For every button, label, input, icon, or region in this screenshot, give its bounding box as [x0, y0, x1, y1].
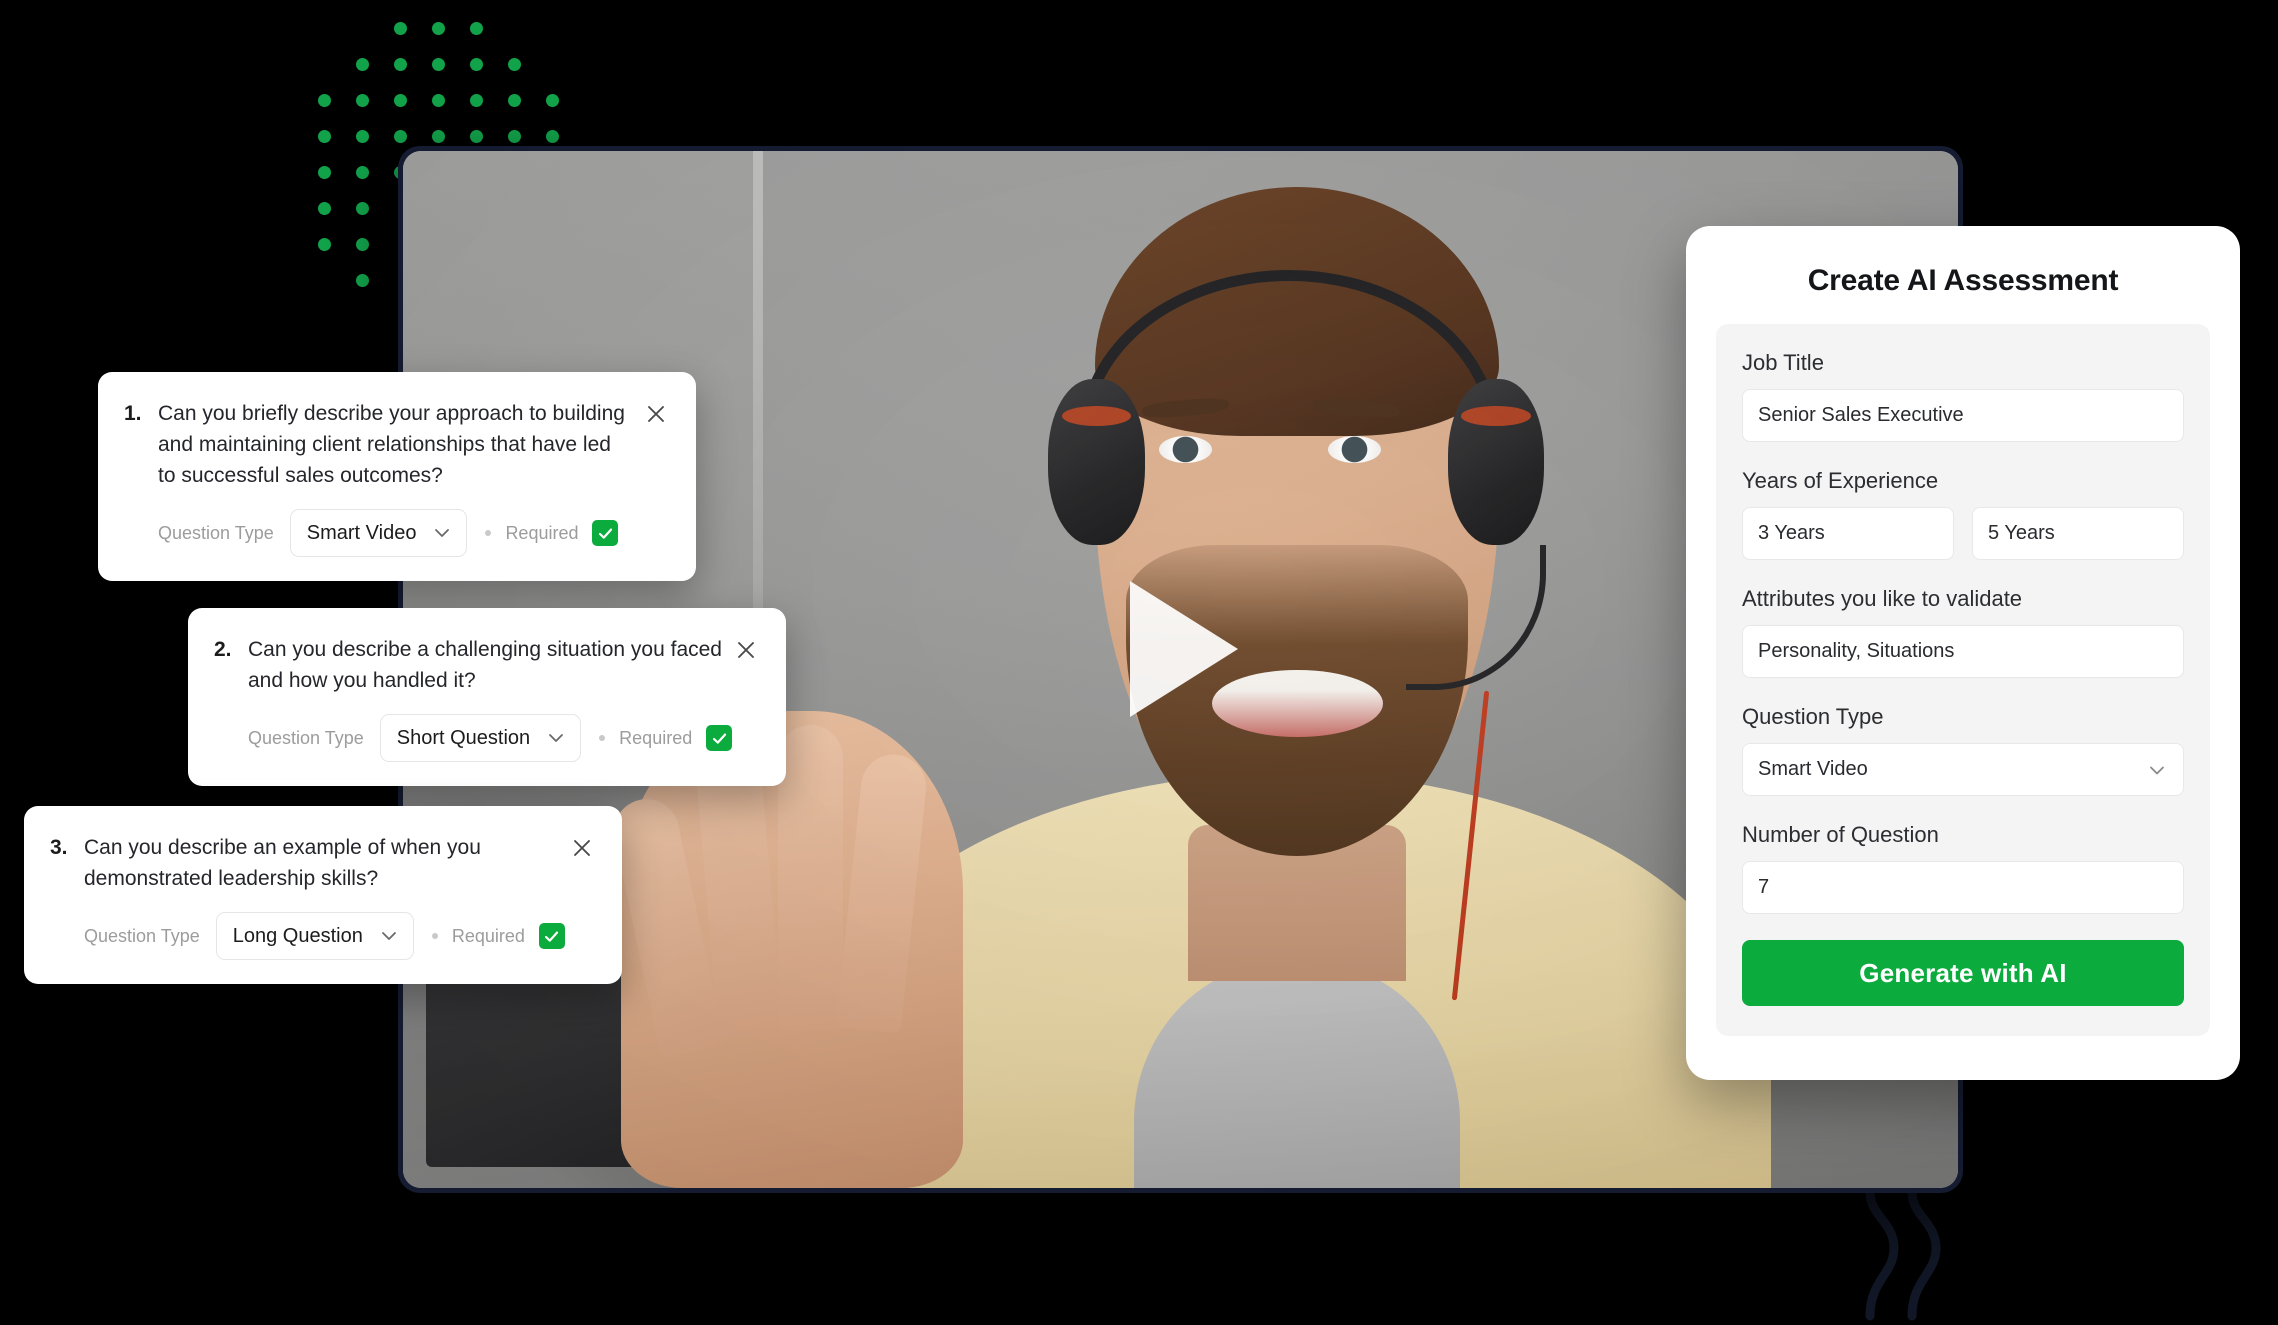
required-checkbox[interactable]	[592, 520, 619, 547]
question-type-value: Short Question	[396, 726, 531, 749]
decorative-dot	[394, 94, 407, 107]
years-min-input[interactable]: 3 Years	[1742, 507, 1954, 560]
question-type-select[interactable]: Smart Video	[1742, 743, 2184, 796]
question-type-select[interactable]: Short Question	[379, 714, 582, 763]
job-title-input[interactable]: Senior Sales Executive	[1742, 389, 2184, 442]
question-number: 1.	[124, 402, 142, 425]
decorative-dot	[432, 58, 445, 71]
question-heading-row: 3. Can you describe an example of when y…	[50, 832, 594, 894]
question-type-label: Question Type	[1742, 704, 1884, 729]
question-meta-row: Question Type Smart Video Required	[124, 509, 668, 558]
decorative-dot	[508, 58, 521, 71]
decorative-dot	[318, 130, 331, 143]
question-number: 3.	[50, 836, 68, 859]
required-label: Required	[451, 925, 525, 946]
number-of-question-label: Number of Question	[1742, 822, 1939, 847]
check-icon	[712, 733, 726, 744]
years-of-experience-row: 3 Years 5 Years	[1742, 507, 2184, 560]
decorative-dot	[546, 94, 559, 107]
decorative-dot	[470, 22, 483, 35]
decorative-dot	[546, 130, 559, 143]
question-card-2: 2. Can you describe a challenging situat…	[188, 608, 786, 787]
question-text: Can you describe an example of when you …	[84, 836, 481, 891]
decorative-dot	[356, 130, 369, 143]
decorative-dot	[470, 58, 483, 71]
separator-dot	[431, 933, 438, 940]
question-meta-row: Question Type Long Question Required	[50, 912, 594, 961]
decorative-dot	[394, 130, 407, 143]
required-label: Required	[619, 727, 693, 748]
decorative-dot	[318, 202, 331, 215]
years-of-experience-label: Years of Experience	[1742, 468, 1939, 493]
attributes-label: Attributes you like to validate	[1742, 586, 2023, 611]
question-type-value: Smart Video	[1758, 758, 1868, 780]
chevron-down-icon	[549, 734, 564, 743]
decorative-dot	[318, 166, 331, 179]
decorative-dot	[318, 238, 331, 251]
question-type-value: Long Question	[232, 924, 363, 947]
job-title-label: Job Title	[1742, 350, 1824, 375]
panel-title: Create AI Assessment	[1807, 264, 2119, 297]
create-assessment-panel: Create AI Assessment Job Title Senior Sa…	[1686, 226, 2240, 1080]
check-icon	[598, 528, 613, 539]
decorative-dot	[470, 94, 483, 107]
separator-dot	[485, 530, 492, 537]
decorative-dot	[356, 58, 369, 71]
chevron-down-icon	[2150, 766, 2164, 774]
required-checkbox[interactable]	[538, 923, 565, 950]
question-card-3: 3. Can you describe an example of when y…	[24, 806, 622, 985]
play-triangle-icon[interactable]	[1129, 580, 1238, 717]
close-icon[interactable]	[732, 636, 760, 664]
question-type-select[interactable]: Long Question	[215, 912, 414, 961]
decorative-dot	[508, 94, 521, 107]
decorative-dot	[508, 130, 521, 143]
decorative-dot	[318, 94, 331, 107]
decorative-dot	[394, 58, 407, 71]
number-of-question-input[interactable]: 7	[1742, 861, 2184, 914]
decorative-dot	[356, 274, 369, 287]
decorative-dot	[432, 22, 445, 35]
decorative-dot	[432, 130, 445, 143]
decorative-dot	[470, 130, 483, 143]
close-icon[interactable]	[642, 400, 670, 428]
question-number: 2.	[214, 638, 232, 661]
required-checkbox[interactable]	[706, 725, 733, 752]
assessment-form: Job Title Senior Sales Executive Years o…	[1716, 324, 2210, 1036]
question-type-value: Smart Video	[306, 521, 417, 544]
separator-dot	[599, 735, 606, 742]
question-heading-row: 2. Can you describe a challenging situat…	[214, 634, 758, 696]
chevron-down-icon	[435, 529, 450, 538]
chevron-down-icon	[381, 932, 396, 941]
decorative-dot	[356, 166, 369, 179]
required-label: Required	[505, 522, 579, 543]
decorative-dot	[432, 94, 445, 107]
decorative-dot	[356, 94, 369, 107]
question-text: Can you describe a challenging situation…	[248, 638, 722, 693]
close-icon[interactable]	[568, 834, 596, 862]
question-type-select[interactable]: Smart Video	[289, 509, 468, 558]
question-text: Can you briefly describe your approach t…	[158, 402, 625, 488]
question-type-label: Question Type	[158, 522, 274, 543]
question-meta-row: Question Type Short Question Required	[214, 714, 758, 763]
generate-with-ai-button[interactable]: Generate with AI	[1742, 940, 2184, 1006]
decorative-dot	[394, 22, 407, 35]
squiggle-watermark-icon	[1865, 1190, 1941, 1321]
years-max-input[interactable]: 5 Years	[1972, 507, 2184, 560]
question-card-1: 1. Can you briefly describe your approac…	[98, 372, 696, 582]
decorative-dot	[356, 202, 369, 215]
check-icon	[545, 931, 559, 942]
attributes-input[interactable]: Personality, Situations	[1742, 625, 2184, 678]
page-root: 1. Can you briefly describe your approac…	[0, 0, 2278, 1325]
question-heading-row: 1. Can you briefly describe your approac…	[124, 398, 668, 491]
question-type-label: Question Type	[248, 727, 364, 748]
question-type-label: Question Type	[84, 925, 200, 946]
decorative-dot	[356, 238, 369, 251]
